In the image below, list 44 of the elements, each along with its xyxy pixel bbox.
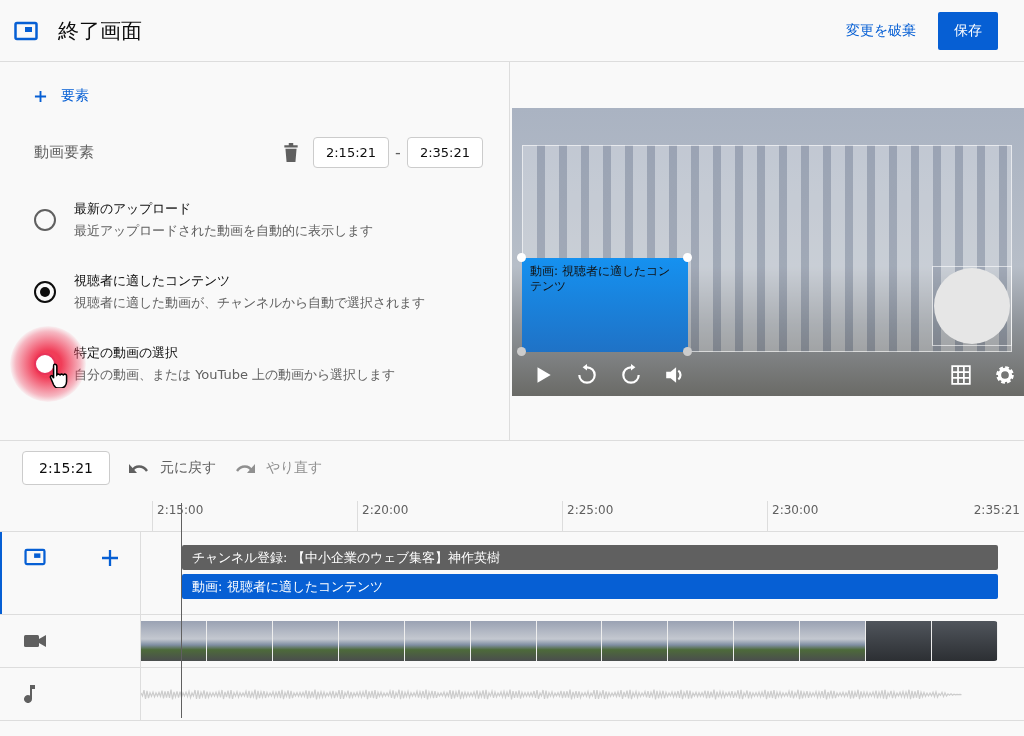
forward-icon[interactable] (620, 364, 642, 386)
end-screen-icon (24, 548, 46, 566)
option-title: 特定の動画の選択 (74, 344, 179, 362)
option-title: 視聴者に適したコンテンツ (74, 272, 231, 290)
hand-cursor-icon (48, 362, 70, 388)
radio-button[interactable] (34, 353, 56, 375)
resize-handle[interactable] (517, 347, 526, 356)
music-note-icon (24, 685, 36, 703)
end-screen-icon (14, 20, 38, 41)
time-tick-label: 2:35:21 (972, 502, 1021, 519)
time-tick-label: 2:20:00 (357, 501, 562, 531)
plus-icon (34, 89, 47, 103)
save-button[interactable]: 保存 (938, 11, 998, 50)
time-tick-label: 2:25:00 (562, 501, 767, 531)
radio-button[interactable] (34, 209, 56, 231)
resize-handle[interactable] (517, 253, 526, 262)
radio-button[interactable] (34, 281, 56, 303)
time-separator: - (395, 142, 401, 162)
video-element-card[interactable]: 動画: 視聴者に適したコンテンツ (522, 258, 688, 352)
video-camera-icon (24, 632, 46, 650)
end-time-field[interactable]: 2:35:21 (406, 136, 483, 168)
discard-changes-button[interactable]: 変更を破棄 (838, 13, 924, 48)
add-element-button[interactable]: 要素 (34, 84, 89, 108)
resize-handle[interactable] (683, 253, 692, 262)
rewind-icon[interactable] (576, 364, 598, 386)
settings-icon[interactable] (994, 364, 1016, 386)
current-time-field[interactable]: 2:15:21 (22, 451, 110, 485)
resize-handle[interactable] (683, 347, 692, 356)
timeline-element-bar[interactable]: 動画: 視聴者に適したコンテンツ (182, 574, 998, 599)
undo-button[interactable]: 元に戻す (128, 459, 216, 477)
page-title: 終了画面 (58, 17, 142, 45)
start-time-field[interactable]: 2:15:21 (312, 136, 390, 168)
add-icon[interactable] (102, 550, 118, 566)
option-description: 視聴者に適した動画が、チャンネルから自動で選択されます (74, 294, 425, 312)
element-card-label: 動画: 視聴者に適したコンテンツ (529, 263, 671, 295)
redo-button[interactable]: やり直す (234, 459, 322, 477)
option-title: 最新のアップロード (74, 200, 192, 218)
time-tick-label: 2:30:00 (767, 501, 972, 531)
option-description: 自分の動画、または YouTube 上の動画から選択します (74, 366, 396, 384)
timeline-element-bar[interactable]: チャンネル登録: 【中小企業のウェブ集客】神作英樹 (182, 545, 998, 570)
element-label: 動画要素 (34, 142, 94, 162)
delete-icon[interactable] (282, 142, 299, 162)
grid-icon[interactable] (950, 364, 972, 386)
option-description: 最近アップロードされた動画を自動的に表示します (74, 222, 373, 240)
